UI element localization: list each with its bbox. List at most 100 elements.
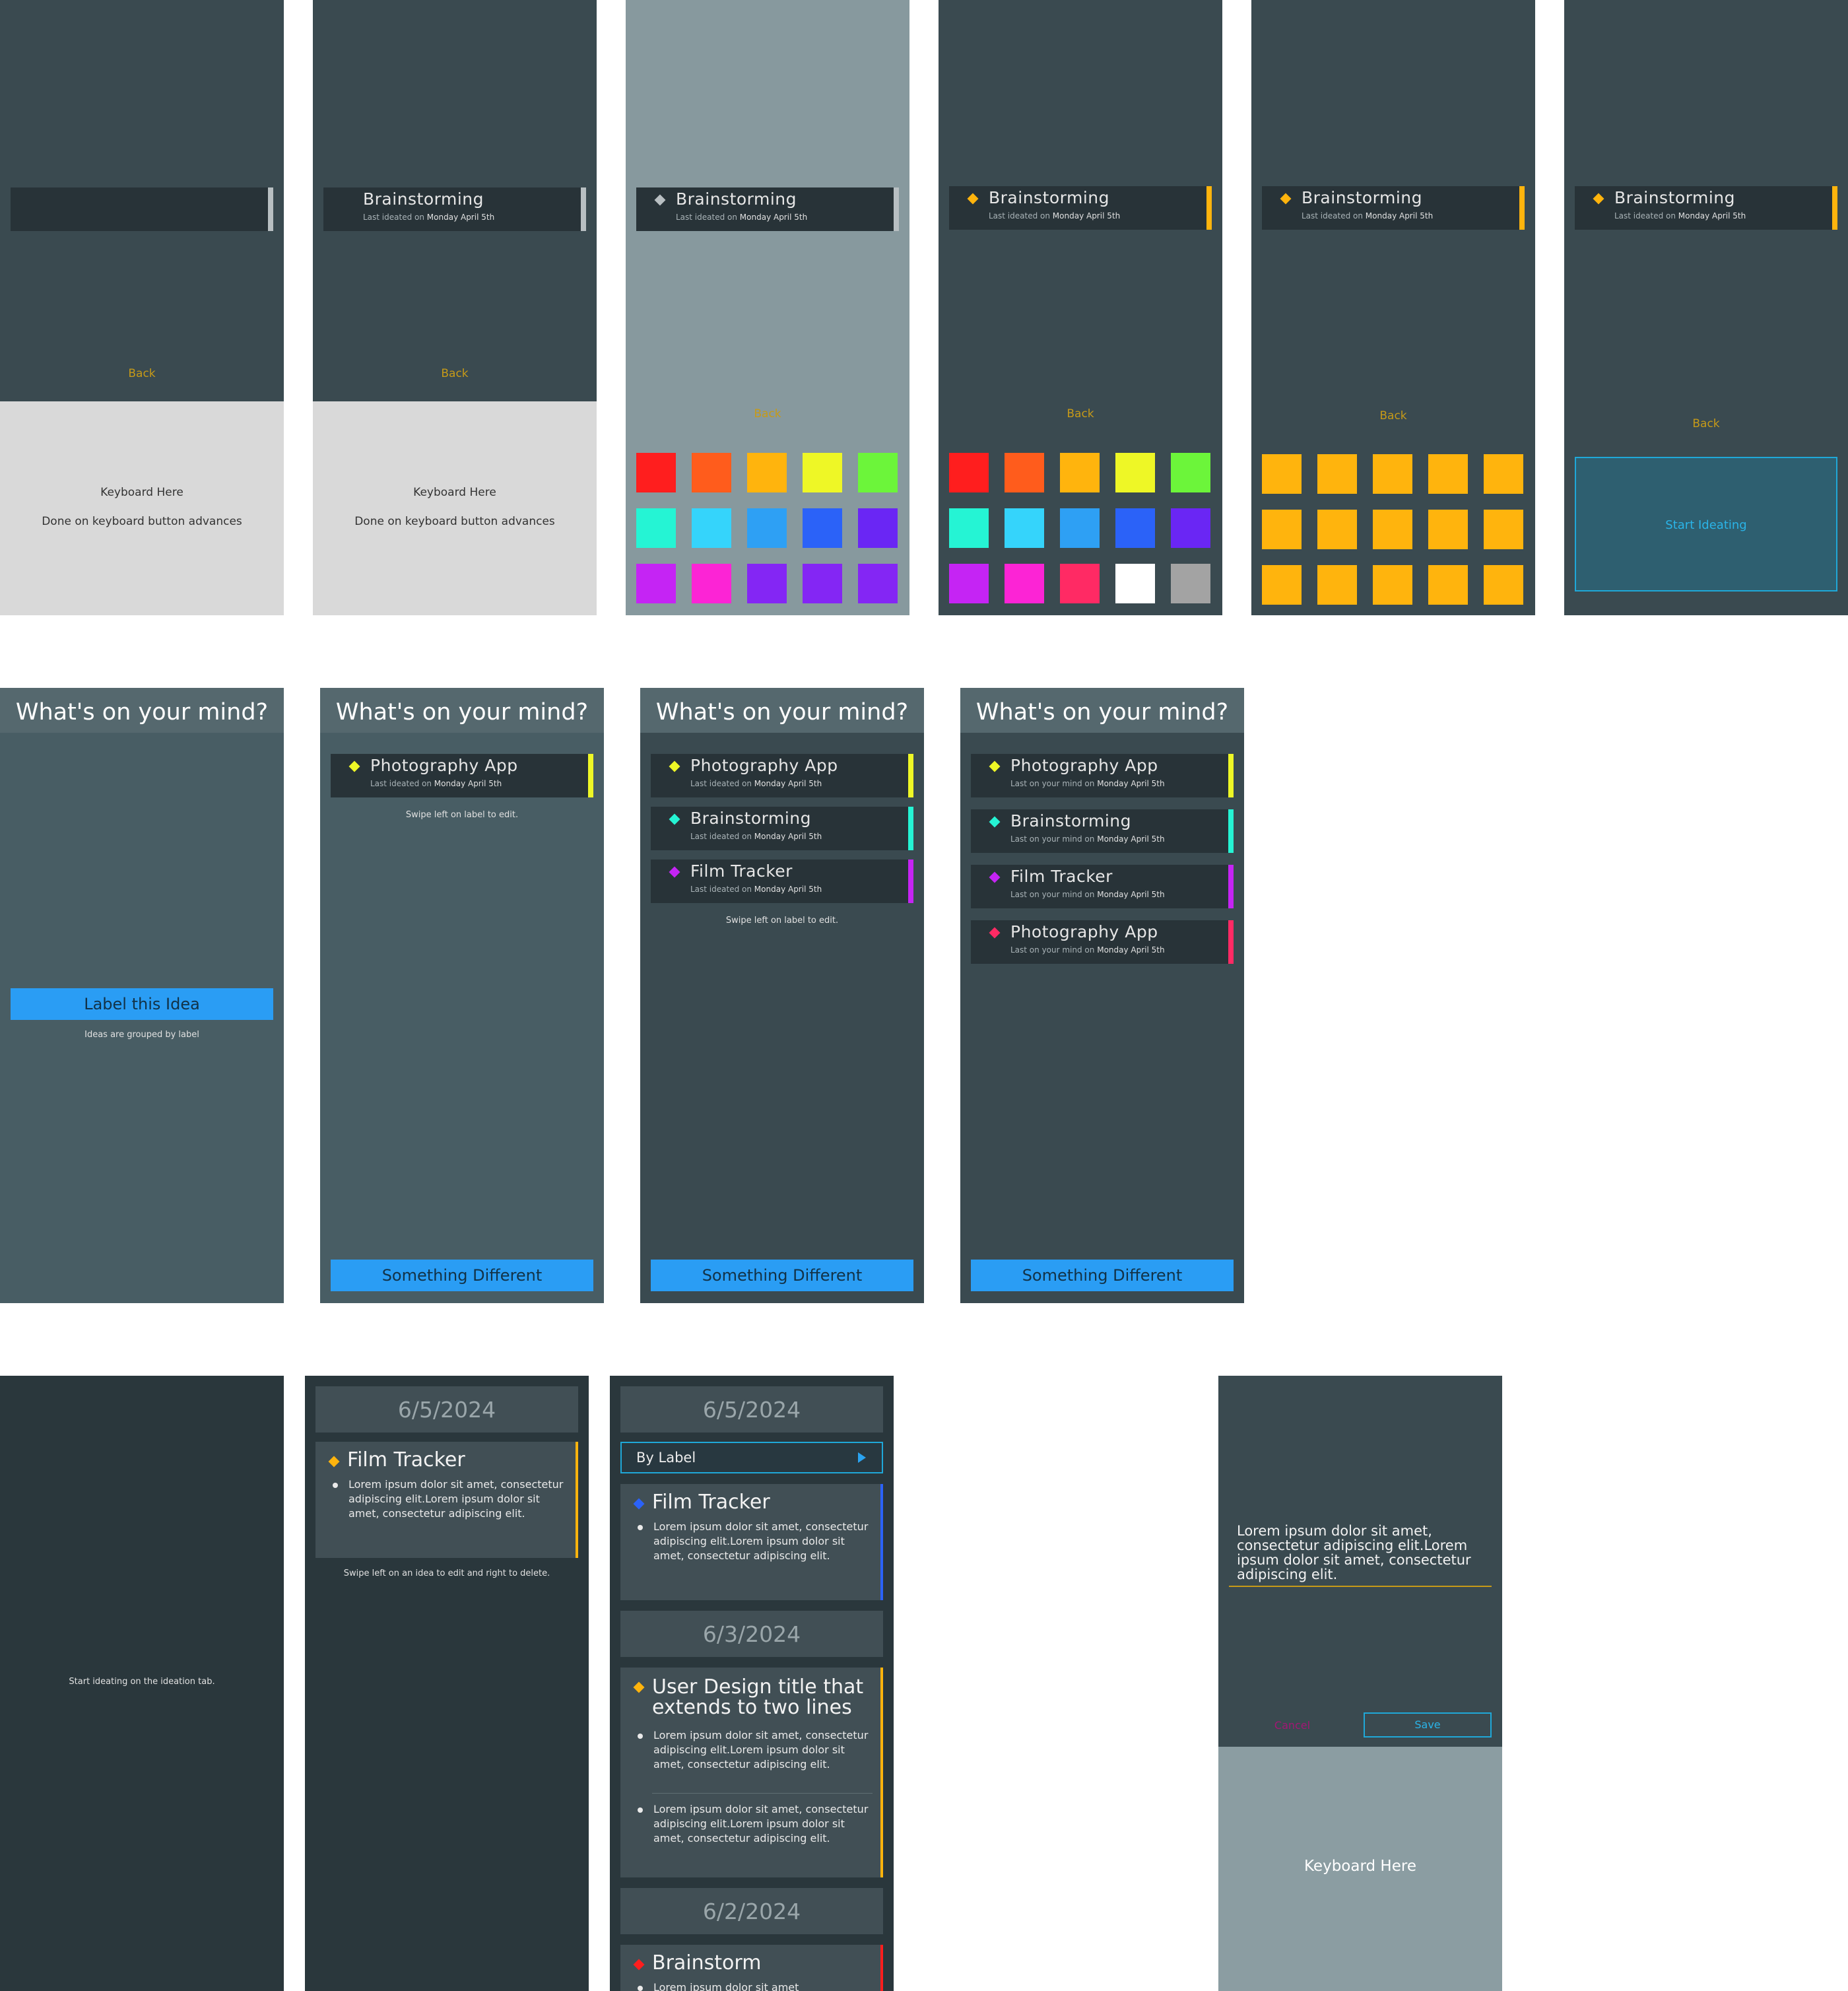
color-swatch[interactable] [747, 564, 787, 603]
label-title: Photography App [370, 756, 518, 775]
label-card[interactable]: Photography App Last ideated on Monday A… [651, 754, 913, 797]
back-link[interactable]: Back [626, 407, 909, 421]
filter-dropdown[interactable]: By Label [620, 1442, 883, 1473]
something-different-button[interactable]: Something Different [971, 1260, 1234, 1291]
idea-card[interactable]: Brainstorm Lorem ipsum dolor sit amet [620, 1945, 883, 1991]
keyboard-label: Keyboard Here [100, 486, 183, 499]
color-swatch[interactable] [949, 564, 989, 603]
date-header: 6/3/2024 [620, 1611, 883, 1657]
color-swatch[interactable] [1005, 508, 1044, 548]
color-swatch[interactable] [1484, 565, 1523, 605]
color-swatch[interactable] [1262, 510, 1302, 549]
color-swatch[interactable] [1373, 510, 1412, 549]
label-card[interactable]: Film Tracker Last ideated on Monday Apri… [651, 860, 913, 903]
idea-card[interactable]: User Design title that extends to two li… [620, 1668, 883, 1877]
color-swatch[interactable] [692, 564, 731, 603]
idea-body: Lorem ipsum dolor sit amet [653, 1981, 799, 1991]
color-swatch[interactable] [1428, 454, 1468, 494]
label-card[interactable]: Brainstorming Last on your mind on Monda… [971, 809, 1234, 853]
label-card[interactable]: Photography App Last ideated on Monday A… [331, 754, 593, 797]
card-stripe [1228, 754, 1234, 797]
back-link[interactable]: Back [939, 407, 1222, 421]
color-swatch[interactable] [858, 453, 898, 492]
color-swatch[interactable] [747, 508, 787, 548]
color-swatch[interactable] [1428, 510, 1468, 549]
color-swatch[interactable] [1317, 454, 1357, 494]
label-idea-button[interactable]: Label this Idea [11, 988, 273, 1020]
history-screen-single: 6/5/2024 Film Tracker Lorem ipsum dolor … [305, 1376, 589, 1991]
label-title: Brainstorming [989, 188, 1110, 207]
label-card[interactable]: Film Tracker Last on your mind on Monday… [971, 865, 1234, 908]
mind-screen-3: What's on your mind? Photography App Las… [640, 688, 924, 1303]
color-swatch[interactable] [692, 508, 731, 548]
idea-body: Lorem ipsum dolor sit amet, consectetur … [653, 1729, 869, 1771]
color-swatch[interactable] [747, 453, 787, 492]
label-card[interactable]: Brainstorming Last ideated on Monday Apr… [323, 187, 586, 231]
color-swatch[interactable] [949, 453, 989, 492]
label-subtitle: Last on your mind on Monday April 5th [1010, 945, 1165, 955]
color-swatch[interactable] [803, 453, 842, 492]
back-link[interactable]: Back [1564, 417, 1848, 430]
diamond-icon [989, 871, 1001, 883]
color-swatch[interactable] [1484, 510, 1523, 549]
color-swatch[interactable] [803, 508, 842, 548]
keyboard-note: Done on keyboard button advances [354, 515, 555, 528]
idea-card[interactable]: Film Tracker Lorem ipsum dolor sit amet,… [315, 1442, 578, 1558]
something-different-button[interactable]: Something Different [331, 1260, 593, 1291]
color-swatch[interactable] [636, 564, 676, 603]
idea-title: User Design title that extends to two li… [652, 1675, 864, 1719]
keyboard-placeholder: Keyboard Here [1218, 1747, 1502, 1991]
start-ideating-button[interactable]: Start Ideating [1575, 457, 1837, 591]
color-swatch[interactable] [1373, 565, 1412, 605]
color-swatch[interactable] [1262, 565, 1302, 605]
color-swatch[interactable] [1171, 508, 1210, 548]
color-swatch[interactable] [1484, 454, 1523, 494]
color-swatch[interactable] [1005, 564, 1044, 603]
color-swatch[interactable] [1317, 510, 1357, 549]
back-link[interactable]: Back [0, 367, 284, 380]
color-swatch[interactable] [1060, 508, 1100, 548]
diamond-icon [967, 193, 979, 205]
color-swatch[interactable] [1373, 454, 1412, 494]
color-swatch[interactable] [803, 564, 842, 603]
card-stripe [880, 1668, 883, 1877]
label-card[interactable]: Brainstorming Last ideated on Monday Apr… [1262, 186, 1525, 230]
card-stripe [880, 1484, 883, 1600]
save-button[interactable]: Save [1364, 1712, 1492, 1738]
color-swatch[interactable] [1171, 453, 1210, 492]
something-different-button[interactable]: Something Different [651, 1260, 913, 1291]
color-swatch[interactable] [1005, 453, 1044, 492]
color-swatch[interactable] [1317, 565, 1357, 605]
back-link[interactable]: Back [313, 367, 597, 380]
idea-body: Lorem ipsum dolor sit amet, consectetur … [653, 1520, 869, 1562]
history-screen-empty: Start ideating on the ideation tab. [0, 1376, 284, 1991]
color-swatch[interactable] [1060, 564, 1100, 603]
back-link[interactable]: Back [1251, 409, 1535, 422]
cancel-button[interactable]: Cancel [1229, 1714, 1356, 1738]
label-card[interactable]: Brainstorming Last ideated on Monday Apr… [949, 186, 1212, 230]
color-swatch[interactable] [1115, 453, 1155, 492]
label-input-card[interactable] [11, 187, 273, 231]
color-swatch[interactable] [949, 508, 989, 548]
label-card[interactable]: Brainstorming Last ideated on Monday Apr… [1575, 186, 1837, 230]
label-card[interactable]: Brainstorming Last ideated on Monday Apr… [651, 807, 913, 850]
color-swatch[interactable] [1115, 508, 1155, 548]
label-card[interactable]: Photography App Last on your mind on Mon… [971, 920, 1234, 964]
idea-title: Film Tracker [347, 1448, 465, 1471]
color-swatch[interactable] [1060, 453, 1100, 492]
color-swatch[interactable] [636, 453, 676, 492]
color-swatch[interactable] [1171, 564, 1210, 603]
color-swatch[interactable] [1262, 454, 1302, 494]
label-card[interactable]: Brainstorming Last ideated on Monday Apr… [636, 187, 899, 231]
idea-text-field[interactable]: Lorem ipsum dolor sit amet, consectetur … [1237, 1524, 1484, 1582]
color-swatch[interactable] [858, 508, 898, 548]
color-swatch[interactable] [692, 453, 731, 492]
page-title: What's on your mind? [640, 688, 924, 733]
label-card[interactable]: Photography App Last on your mind on Mon… [971, 754, 1234, 797]
color-swatch[interactable] [1428, 565, 1468, 605]
color-swatch[interactable] [1115, 564, 1155, 603]
color-swatch[interactable] [636, 508, 676, 548]
keyboard-note: Done on keyboard button advances [42, 515, 242, 528]
idea-card[interactable]: Film Tracker Lorem ipsum dolor sit amet,… [620, 1484, 883, 1600]
color-swatch[interactable] [858, 564, 898, 603]
